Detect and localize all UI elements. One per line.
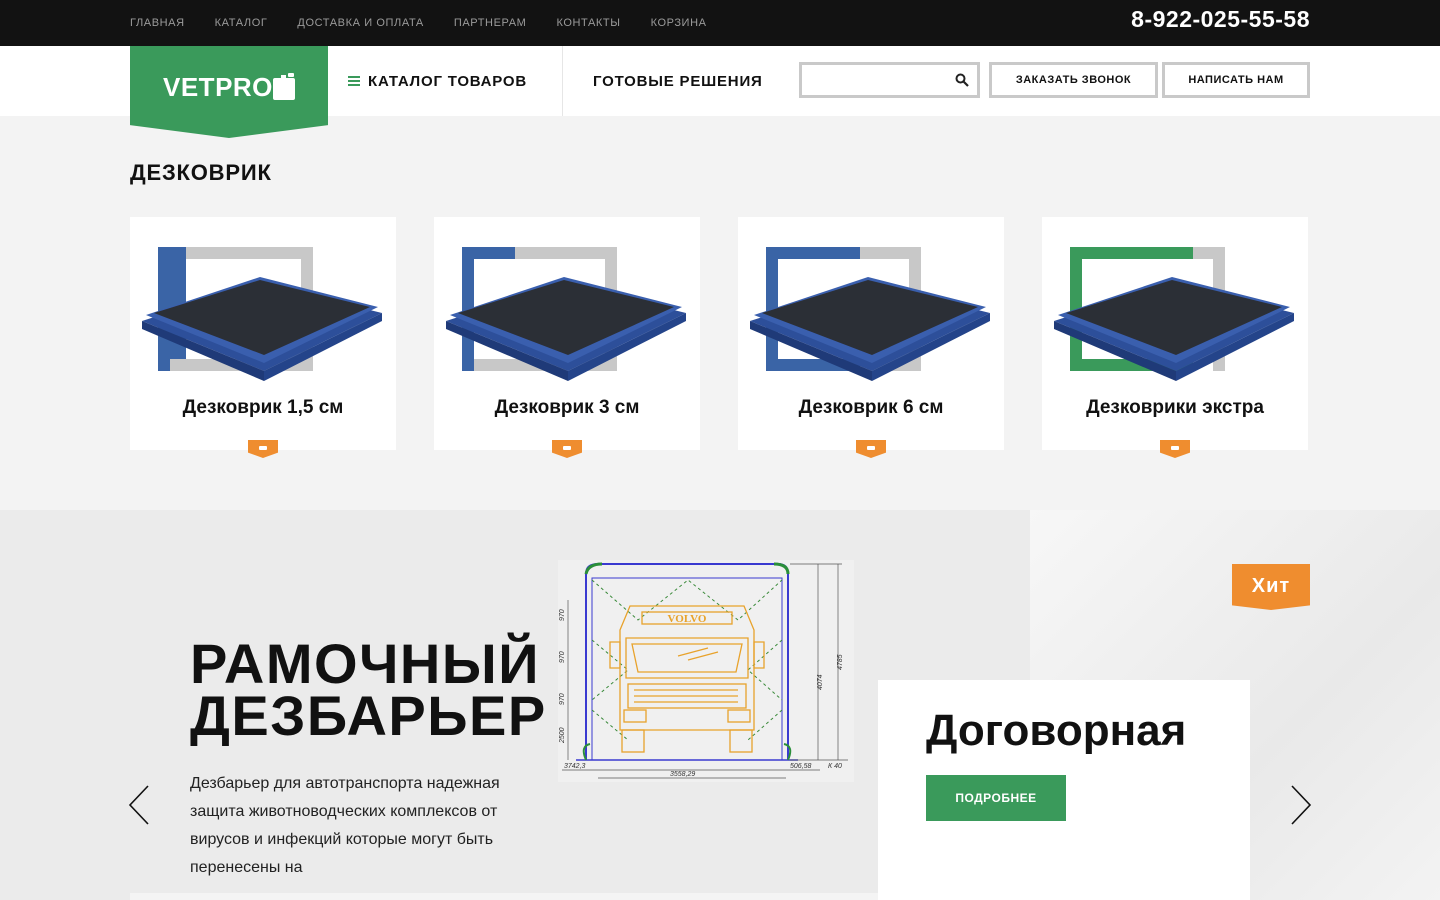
price-box: Договорная Подробнее <box>878 680 1250 900</box>
top-nav-delivery[interactable]: Доставка и оплата <box>297 17 423 29</box>
chevron-right-icon[interactable] <box>1288 784 1312 826</box>
top-nav: Главная Каталог Доставка и оплата Партне… <box>130 0 707 46</box>
section-title: Дезковрик <box>130 160 272 185</box>
dim-label: 3742,3 <box>564 763 586 770</box>
top-nav-cart[interactable]: Корзина <box>651 17 707 29</box>
dim-label: 4785 <box>837 654 844 670</box>
chevron-left-icon[interactable] <box>128 784 152 826</box>
details-button[interactable]: Подробнее <box>926 775 1066 821</box>
mat-image <box>446 247 686 381</box>
banner-description: Дезбарьер для автотранспорта надежная за… <box>190 775 500 876</box>
top-nav-catalog[interactable]: Каталог <box>215 17 268 29</box>
dim-label: 970 <box>559 693 566 705</box>
truck-barrier-drawing: VOLVO 970 970 970 2500 3742,3 4785 4074 … <box>558 560 854 782</box>
phone-number[interactable]: 8-922-025-55-58 <box>1131 6 1310 33</box>
catalog-menu-button[interactable]: Каталог товаров <box>348 46 527 116</box>
product-card[interactable]: Дезковрик 6 см <box>738 217 1004 458</box>
catalog-menu-label: Каталог товаров <box>368 72 528 90</box>
card-tag-icon <box>552 440 582 458</box>
dim-label: 4074 <box>817 674 824 690</box>
hit-badge: Хит <box>1232 564 1310 610</box>
product-title[interactable]: Дезковрик 6 см <box>738 397 1004 419</box>
product-card[interactable]: Дезковрик 1,5 см <box>130 217 396 458</box>
top-bar: Главная Каталог Доставка и оплата Партне… <box>0 0 1440 46</box>
truck-brand-text: VOLVO <box>668 613 707 625</box>
dim-label: 970 <box>559 651 566 663</box>
top-nav-partners[interactable]: Партнерам <box>454 17 527 29</box>
dim-label: 3558,29 <box>670 771 695 778</box>
top-nav-home[interactable]: Главная <box>130 17 185 29</box>
write-us-button[interactable]: Написать нам <box>1162 62 1310 98</box>
search-box <box>799 62 980 98</box>
card-tag-icon <box>856 440 886 458</box>
menu-icon <box>348 76 360 86</box>
search-icon[interactable] <box>955 73 969 87</box>
request-call-button[interactable]: Заказать звонок <box>989 62 1158 98</box>
logo-text: VETPRO <box>163 72 273 102</box>
banner-strip <box>130 893 878 900</box>
search-input[interactable] <box>802 65 942 95</box>
top-nav-contacts[interactable]: Контакты <box>556 17 620 29</box>
product-title[interactable]: Дезковрик 1,5 см <box>130 397 396 419</box>
card-tag-icon <box>1160 440 1190 458</box>
product-title[interactable]: Дезковрик 3 см <box>434 397 700 419</box>
product-card[interactable]: Дезковрики экстра <box>1042 217 1308 458</box>
banner-title: Рамочный дезбарьер <box>190 632 547 747</box>
mat-image <box>750 247 990 381</box>
dim-label: 2500 <box>559 727 566 744</box>
product-title[interactable]: Дезковрики экстра <box>1042 397 1308 419</box>
logo[interactable]: VETPRO <box>130 46 328 138</box>
dim-label: 506,58 <box>790 763 812 770</box>
header-divider <box>562 46 563 116</box>
dim-label: К 40 <box>828 763 842 770</box>
mat-image <box>1054 247 1294 381</box>
mat-image <box>142 247 382 381</box>
card-tag-icon <box>248 440 278 458</box>
canister-icon <box>273 73 295 100</box>
price-text: Договорная <box>926 706 1187 755</box>
solutions-link[interactable]: Готовые решения <box>593 46 763 116</box>
dim-label: 970 <box>559 609 566 621</box>
product-card[interactable]: Дезковрик 3 см <box>434 217 700 458</box>
banner-title-line2: дезбарьер <box>190 684 547 747</box>
promo-banner: Рамочный дезбарьер Дезбарьер для автотра… <box>0 510 1440 900</box>
banner-title-line1: Рамочный <box>190 632 540 695</box>
